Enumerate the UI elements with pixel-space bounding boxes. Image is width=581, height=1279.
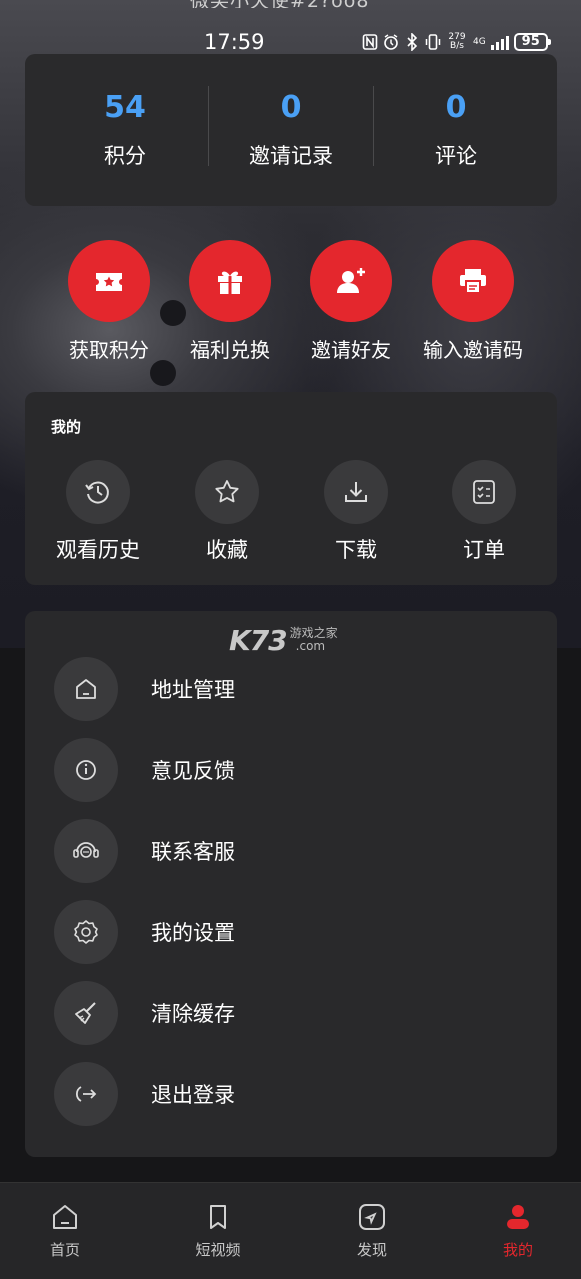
menu-item-customer-service[interactable]: 联系客服: [25, 816, 557, 886]
home-address-icon: [54, 657, 118, 721]
ticket-icon: [68, 240, 150, 322]
watermark-suffix: .com: [295, 639, 326, 653]
stats-card: 54 积分 0 邀请记录 0 评论: [25, 54, 557, 206]
settings-menu-card: K73 游戏之家 .com 地址管理 意见反馈 联系客服 我的设置 清除缓存 退…: [25, 611, 557, 1157]
get-points-button[interactable]: 获取积分: [49, 240, 169, 363]
network-speed: 279 B/s: [446, 33, 468, 51]
menu-item-settings[interactable]: 我的设置: [25, 897, 557, 967]
alarm-icon: [384, 34, 398, 50]
menu-item-logout[interactable]: 退出登录: [25, 1059, 557, 1129]
star-icon: [195, 460, 259, 524]
bluetooth-icon: [407, 33, 418, 51]
section-title: 我的: [51, 418, 82, 436]
mine-card: 我的 观看历史 收藏 下载 订单: [25, 392, 557, 585]
menu-item-label: 意见反馈: [151, 759, 235, 783]
downloads-button[interactable]: 下载: [291, 460, 421, 564]
stat-label: 积分: [104, 144, 146, 168]
status-time: 17:59: [204, 30, 265, 54]
orders-button[interactable]: 订单: [419, 460, 549, 564]
menu-item-label: 地址管理: [151, 678, 235, 702]
mine-item-label: 订单: [463, 538, 505, 562]
menu-item-label: 我的设置: [151, 921, 235, 945]
watch-history-button[interactable]: 观看历史: [33, 460, 163, 564]
signal-icon: [490, 34, 509, 50]
tab-label: 首页: [49, 1241, 80, 1259]
menu-item-label: 退出登录: [151, 1083, 235, 1107]
download-icon: [324, 460, 388, 524]
history-icon: [66, 460, 130, 524]
tab-label: 我的: [502, 1241, 533, 1259]
mine-item-label: 收藏: [206, 538, 248, 562]
menu-item-label: 联系客服: [151, 840, 235, 864]
home-icon: [49, 1201, 81, 1233]
top-partial-text: 微笑小天使#2?oo8: [190, 0, 400, 8]
add-friend-icon: [310, 240, 392, 322]
broom-icon: [54, 981, 118, 1045]
bookmark-icon: [202, 1201, 234, 1233]
tab-short-video[interactable]: 短视频: [168, 1201, 268, 1260]
bottom-tab-bar: 首页 短视频 发现 我的: [0, 1182, 581, 1279]
menu-item-address[interactable]: 地址管理: [25, 654, 557, 724]
quick-action-label: 获取积分: [69, 338, 149, 362]
tab-label: 发现: [356, 1241, 387, 1259]
quick-action-label: 福利兑换: [190, 338, 270, 362]
settings-icon: [54, 900, 118, 964]
vibrate-icon: [425, 34, 441, 50]
quick-action-label: 输入邀请码: [423, 338, 523, 362]
k73-watermark: K73 游戏之家 .com: [229, 623, 338, 657]
mine-item-label: 下载: [335, 538, 377, 562]
tab-discover[interactable]: 发现: [322, 1201, 422, 1260]
stat-value: 0: [280, 90, 302, 125]
mine-item-label: 观看历史: [56, 538, 140, 562]
stat-value: 0: [445, 90, 467, 125]
gift-icon: [189, 240, 271, 322]
stat-label: 评论: [435, 144, 477, 168]
network-speed-unit: B/s: [450, 41, 464, 51]
welfare-exchange-button[interactable]: 福利兑换: [170, 240, 290, 363]
watermark-brand: K73: [229, 623, 288, 657]
network-type: 4G: [473, 37, 486, 47]
stat-label: 邀请记录: [249, 144, 333, 168]
headset-icon: [54, 819, 118, 883]
discover-icon: [356, 1201, 388, 1233]
quick-action-label: 邀请好友: [311, 338, 391, 362]
enter-invite-code-button[interactable]: 输入邀请码: [413, 240, 533, 363]
info-icon: [54, 738, 118, 802]
nfc-icon: [362, 34, 378, 50]
invite-friends-button[interactable]: 邀请好友: [291, 240, 411, 363]
user-icon: [502, 1201, 534, 1233]
stat-value: 54: [104, 90, 146, 125]
order-list-icon: [452, 460, 516, 524]
quick-actions: 获取积分 福利兑换 邀请好友 输入邀请码: [0, 240, 581, 370]
logout-icon: [54, 1062, 118, 1126]
favorites-button[interactable]: 收藏: [162, 460, 292, 564]
menu-item-feedback[interactable]: 意见反馈: [25, 735, 557, 805]
status-icons: 279 B/s 4G 95: [362, 33, 551, 51]
printer-code-icon: [432, 240, 514, 322]
tab-home[interactable]: 首页: [15, 1201, 115, 1260]
battery-icon: 95: [513, 33, 551, 51]
tab-mine[interactable]: 我的: [468, 1201, 568, 1260]
menu-item-label: 清除缓存: [151, 1002, 235, 1026]
tab-label: 短视频: [195, 1241, 241, 1259]
menu-item-clear-cache[interactable]: 清除缓存: [25, 978, 557, 1048]
